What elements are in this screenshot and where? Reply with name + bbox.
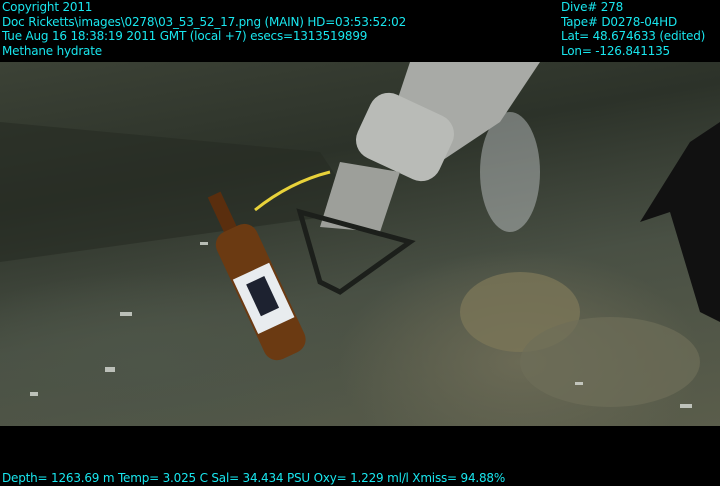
scene-drawing: [0, 62, 720, 408]
image-path-text: Doc Ricketts\images\0278\03_53_52_17.png…: [2, 14, 407, 29]
overlay-top-right: Dive# 278 Tape# D0278-04HD Lat= 48.674633 …: [561, 0, 705, 58]
rov-frame: [640, 122, 720, 322]
tape-text: Tape# D0278-04HD: [561, 14, 678, 29]
gas-bubble-plume: [480, 112, 540, 232]
rock: [520, 317, 700, 407]
caption-text: Methane hydrate: [2, 43, 102, 58]
overlay-top-left: Copyright 2011 Doc Ricketts\images\0278\0…: [2, 0, 406, 58]
timestamp-text: Tue Aug 16 18:38:19 2011 GMT (local +7) …: [2, 29, 368, 43]
lon-text: Lon= -126.841135: [561, 43, 670, 58]
copyright-text: Copyright 2011: [2, 0, 93, 14]
lat-text: Lat= 48.674633 (edited): [561, 29, 706, 43]
dive-text: Dive# 278: [561, 0, 624, 14]
overlay-bottom-telemetry: Depth= 1263.69 m Temp= 3.025 C Sal= 34.4…: [2, 471, 506, 485]
seafloor-photo: [0, 62, 720, 426]
